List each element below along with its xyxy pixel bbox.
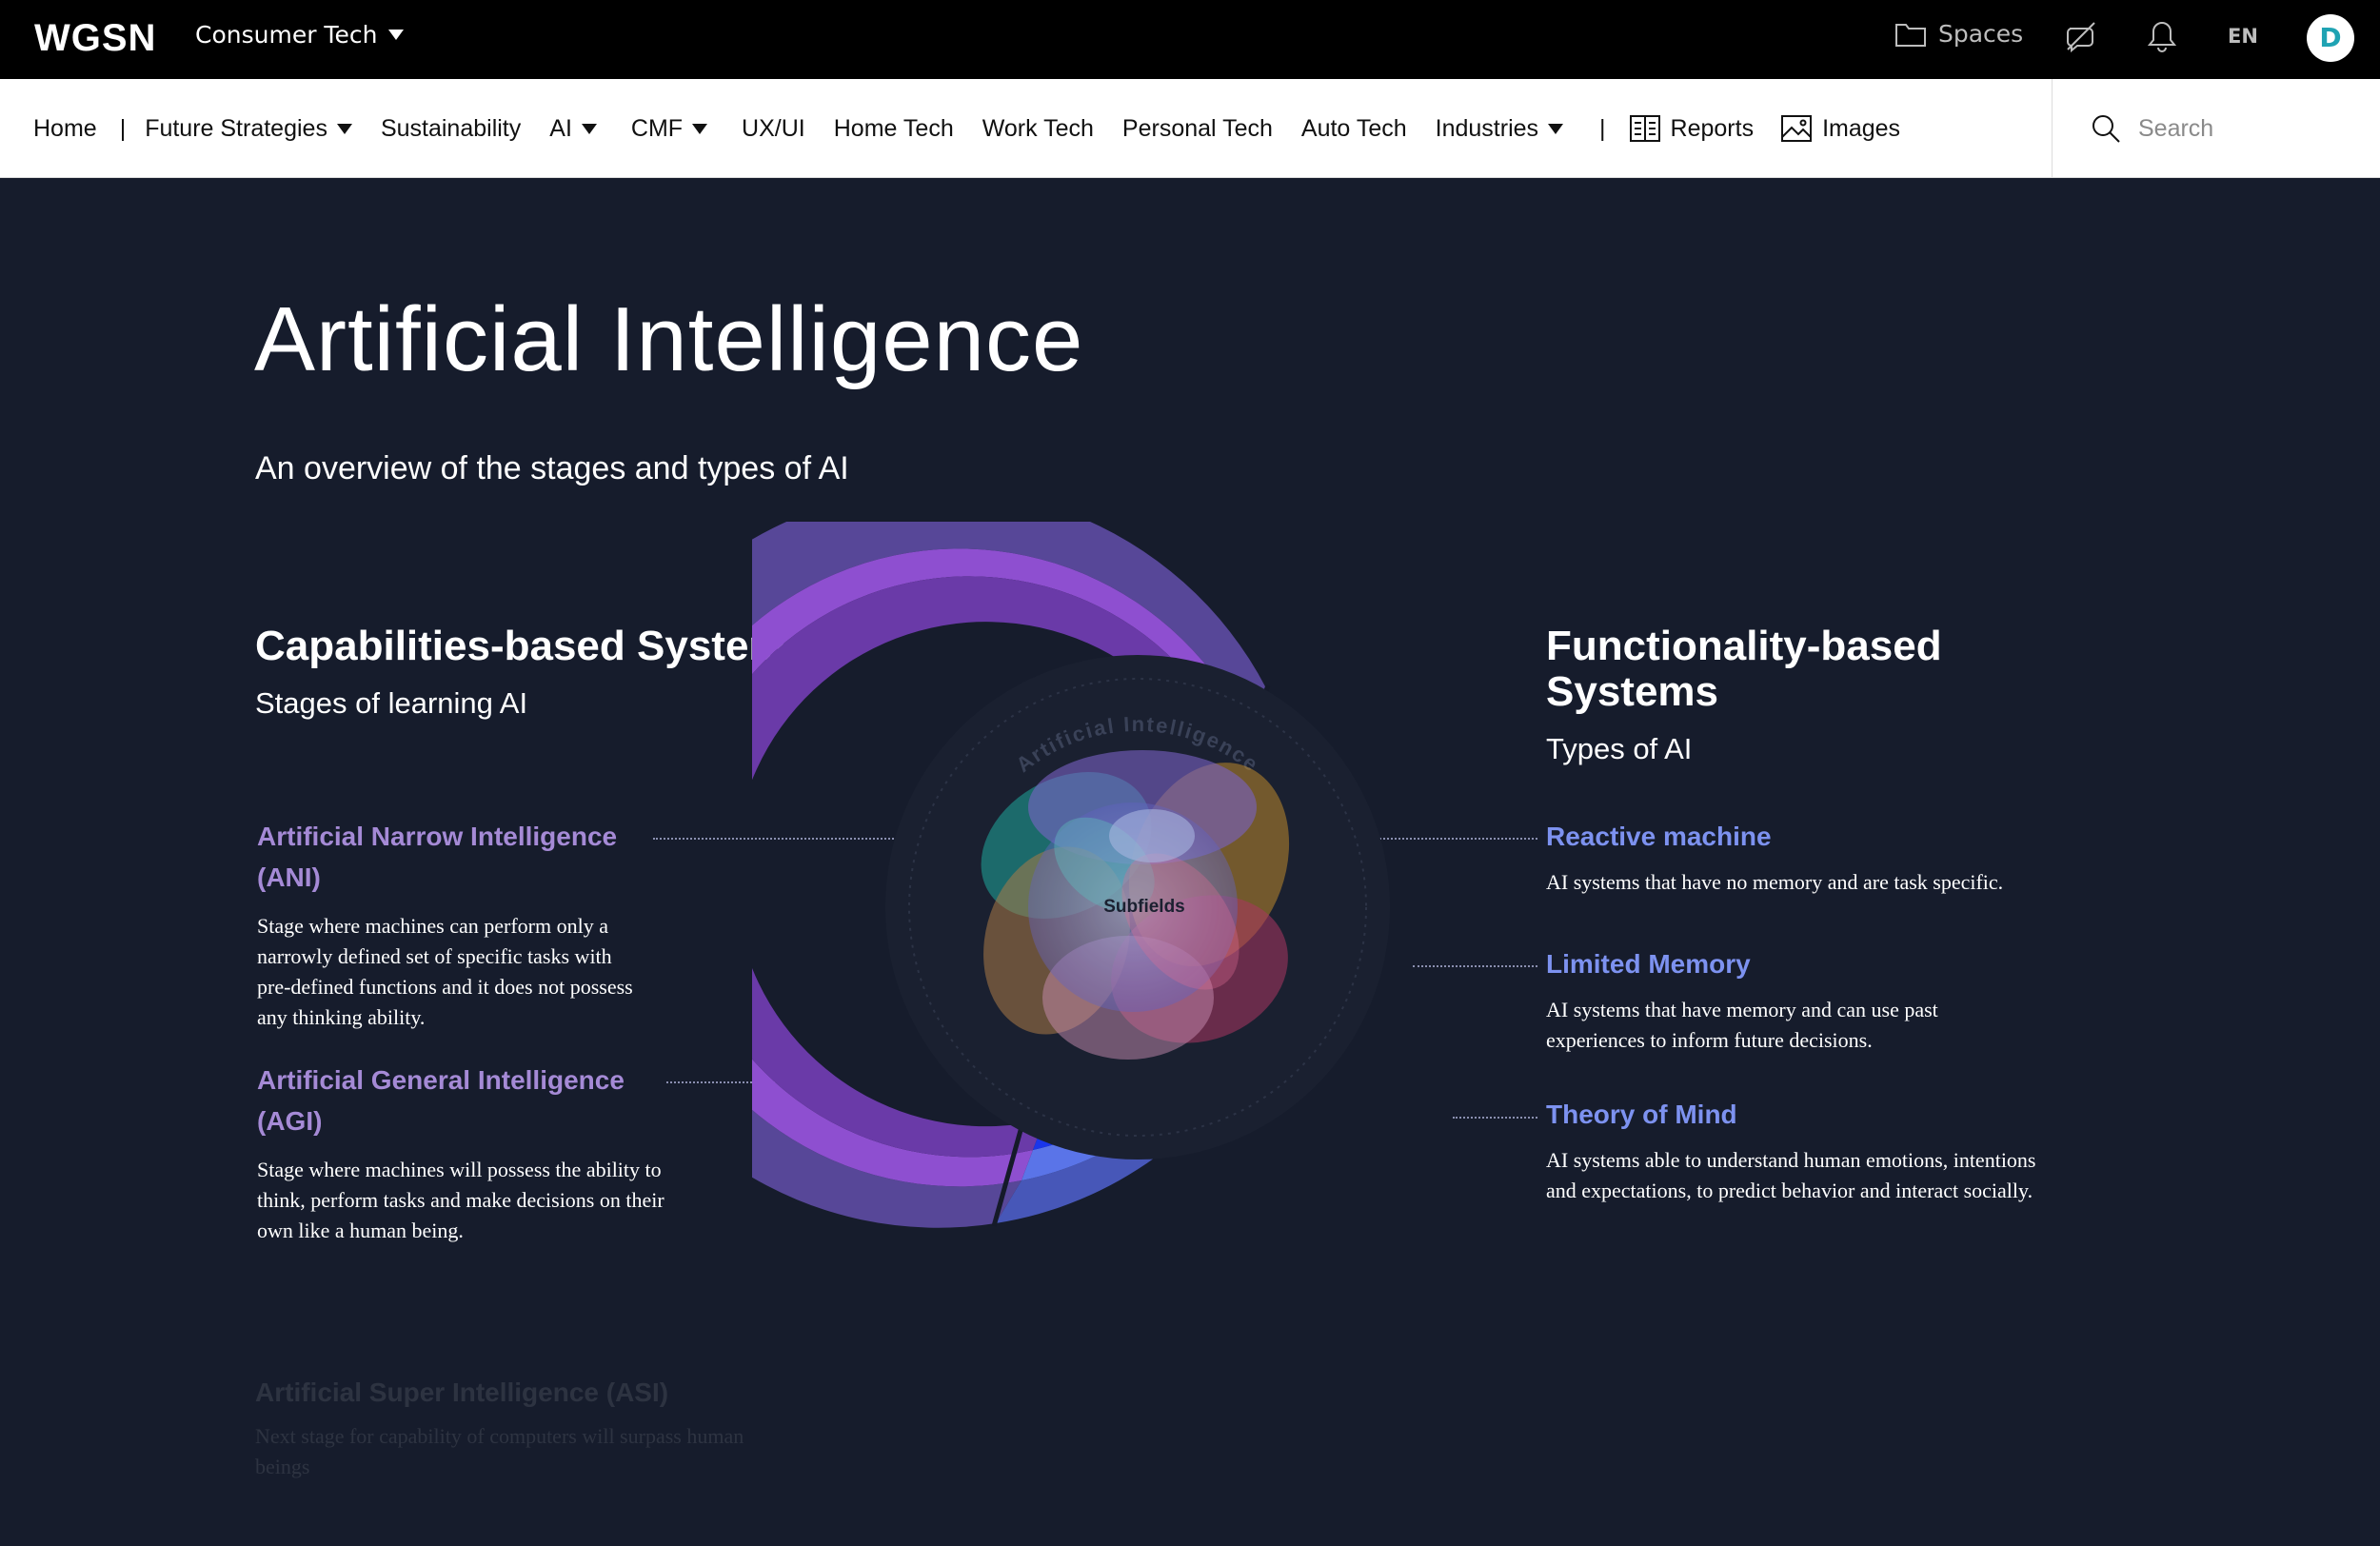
desc-line: experiences to inform future decisions. xyxy=(1546,1028,1873,1052)
stage-desc-agi: Stage where machines will possess the ab… xyxy=(257,1155,664,1246)
nav-item-label: Future Strategies xyxy=(145,114,327,142)
wgsn-logo[interactable]: WGSN xyxy=(34,17,156,60)
nav-item-label: Sustainability xyxy=(380,114,522,142)
functionality-subheading: Types of AI xyxy=(1546,732,1693,765)
nav-item-personal-tech[interactable]: Personal Tech xyxy=(1122,115,1273,143)
search-input[interactable] xyxy=(2138,114,2348,143)
desc-line: AI systems able to understand human emot… xyxy=(1546,1148,2036,1172)
type-title-limited-memory: Limited Memory xyxy=(1546,949,1751,979)
heading-line: Functionality-based xyxy=(1546,623,1942,669)
ai-ring-diagram: Artificial Intelligence Subfields xyxy=(568,488,1523,1293)
no-chat-icon[interactable] xyxy=(2064,19,2098,57)
nav-item-images[interactable]: Images xyxy=(1780,114,1900,143)
chevron-down-icon xyxy=(388,30,405,40)
image-icon xyxy=(1781,115,1813,142)
stage-title-line: Artificial General Intelligence xyxy=(257,1065,625,1095)
nav-item-label: AI xyxy=(549,114,572,142)
nav-item-sustainability[interactable]: Sustainability xyxy=(381,115,521,143)
desc-line: think, perform tasks and make decisions … xyxy=(257,1188,664,1212)
main-nav: Home | Future Strategies Sustainability … xyxy=(0,79,2380,178)
center-label: Subfields xyxy=(1103,897,1185,917)
nav-item-label: Work Tech xyxy=(982,114,1094,142)
nav-item-ai[interactable]: AI xyxy=(549,115,597,143)
nav-item-home[interactable]: Home xyxy=(33,115,97,143)
nav-item-label: Industries xyxy=(1435,114,1539,142)
type-title-theory-of-mind: Theory of Mind xyxy=(1546,1100,1737,1129)
stage-title-line: Artificial Narrow Intelligence xyxy=(257,822,618,851)
folder-icon xyxy=(1895,23,1926,47)
nav-item-future-strategies[interactable]: Future Strategies xyxy=(145,115,371,143)
desc-line: own like a human being. xyxy=(257,1219,464,1242)
nav-item-ux-ui[interactable]: UX/UI xyxy=(742,115,805,143)
search-icon[interactable] xyxy=(2091,113,2121,144)
nav-item-home-tech[interactable]: Home Tech xyxy=(834,115,954,143)
nav-divider: | xyxy=(119,114,127,142)
page-title: Artificial Intelligence xyxy=(254,288,1084,390)
nav-item-label: Home xyxy=(33,114,97,142)
nav-item-label: CMF xyxy=(630,114,684,142)
search-area xyxy=(2052,79,2380,178)
capabilities-heading: Capabilities-based Systems xyxy=(255,623,810,669)
brand-selector[interactable]: Consumer Tech xyxy=(195,21,405,49)
nav-item-label: Auto Tech xyxy=(1300,114,1407,142)
desc-line: pre-defined functions and it does not po… xyxy=(257,975,633,999)
stage-title-agi: Artificial General Intelligence (AGI) xyxy=(257,1060,625,1141)
language-selector[interactable]: EN xyxy=(2228,25,2258,48)
chevron-down-icon xyxy=(581,123,597,134)
faded-stage-desc: Next stage for capability of computers w… xyxy=(255,1424,744,1478)
brand-selector-label: Consumer Tech xyxy=(195,21,378,49)
desc-line: any thinking ability. xyxy=(257,1005,426,1029)
functionality-heading: Functionality-based Systems xyxy=(1546,624,1942,715)
type-title-reactive: Reactive machine xyxy=(1546,822,1772,851)
type-desc-theory-of-mind: AI systems able to understand human emot… xyxy=(1546,1145,2036,1206)
stage-title-ani: Artificial Narrow Intelligence (ANI) xyxy=(257,816,617,898)
reports-icon xyxy=(1629,115,1660,142)
nav-item-reports[interactable]: Reports xyxy=(1629,114,1755,143)
top-bar: WGSN Consumer Tech Spaces EN D xyxy=(0,0,2380,79)
desc-line: AI systems that have no memory and are t… xyxy=(1546,870,2004,894)
nav-item-cmf[interactable]: CMF xyxy=(630,114,708,143)
nav-item-label: Images xyxy=(1822,114,1901,142)
nav-item-label: Reports xyxy=(1670,114,1755,142)
heading-line: Systems xyxy=(1546,668,1719,715)
nav-list: Home | Future Strategies Sustainability … xyxy=(33,79,1900,178)
spaces-button[interactable]: Spaces xyxy=(1894,20,2023,48)
nav-item-label: UX/UI xyxy=(742,114,805,142)
nav-item-work-tech[interactable]: Work Tech xyxy=(982,115,1094,143)
nav-divider: | xyxy=(1599,114,1606,142)
capabilities-subheading: Stages of learning AI xyxy=(255,686,528,720)
desc-line: Stage where machines will possess the ab… xyxy=(257,1158,662,1181)
nav-item-label: Personal Tech xyxy=(1121,114,1273,142)
desc-line: AI systems that have memory and can use … xyxy=(1546,998,1938,1021)
nav-item-industries[interactable]: Industries xyxy=(1435,114,1564,143)
bell-icon[interactable] xyxy=(2147,19,2177,57)
stage-title-line: (AGI) xyxy=(257,1106,323,1136)
chevron-down-icon xyxy=(336,123,352,134)
spaces-label: Spaces xyxy=(1938,20,2024,48)
page-subtitle: An overview of the stages and types of A… xyxy=(255,450,849,486)
type-desc-reactive: AI systems that have no memory and are t… xyxy=(1546,867,2003,898)
stage-title-line: (ANI) xyxy=(257,862,321,892)
nav-item-auto-tech[interactable]: Auto Tech xyxy=(1301,115,1407,143)
desc-line: Stage where machines can perform only a xyxy=(257,914,608,938)
avatar[interactable]: D xyxy=(2307,14,2354,62)
nav-item-label: Home Tech xyxy=(833,114,954,142)
desc-line: narrowly defined set of specific tasks w… xyxy=(257,944,612,968)
desc-line: and expectations, to predict behavior an… xyxy=(1546,1179,2033,1202)
type-desc-limited-memory: AI systems that have memory and can use … xyxy=(1546,995,1938,1056)
faded-stage-title: Artificial Super Intelligence (ASI) xyxy=(255,1378,669,1407)
chevron-down-icon xyxy=(1548,123,1564,134)
stage-desc-ani: Stage where machines can perform only a … xyxy=(257,911,633,1033)
chevron-down-icon xyxy=(692,123,708,134)
faded-stage-asi: Artificial Super Intelligence (ASI) Next… xyxy=(255,1378,769,1482)
